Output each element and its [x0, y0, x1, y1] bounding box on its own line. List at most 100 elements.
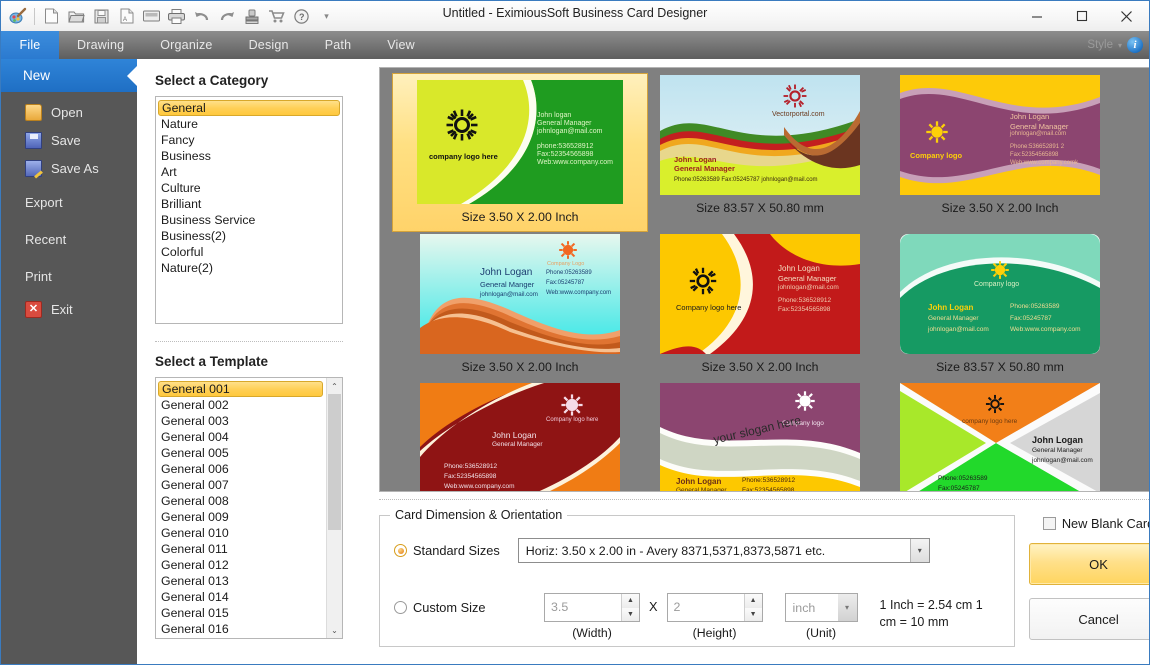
category-item[interactable]: General	[158, 100, 340, 116]
chevron-down-icon[interactable]: ▾	[837, 594, 857, 622]
app-logo-icon[interactable]	[5, 4, 30, 28]
info-icon[interactable]: i	[1127, 37, 1143, 53]
template-card-4[interactable]: Company Logo John Logan General Manger j…	[400, 232, 640, 381]
category-item[interactable]: Colorful	[156, 244, 342, 260]
cancel-button[interactable]: Cancel	[1028, 598, 1149, 641]
template-item[interactable]: General 002	[156, 397, 325, 413]
category-item[interactable]: Culture	[156, 180, 342, 196]
stamp-icon[interactable]	[239, 4, 264, 28]
sidebar-item-export[interactable]: Export	[1, 188, 137, 216]
height-value[interactable]: 2	[668, 594, 744, 621]
template-item[interactable]: General 015	[156, 605, 325, 621]
template-item[interactable]: General 017	[156, 637, 325, 638]
category-listbox[interactable]: General Nature Fancy Business Art Culture Bril…	[155, 96, 343, 324]
tab-design[interactable]: Design	[231, 31, 307, 59]
chevron-down-icon[interactable]: ▾	[909, 539, 929, 563]
unit-dropdown[interactable]: inch ▾	[784, 593, 858, 623]
standard-sizes-radio[interactable]	[394, 544, 407, 558]
tab-path[interactable]: Path	[307, 31, 370, 59]
category-item[interactable]: Nature(2)	[156, 260, 342, 276]
tab-drawing[interactable]: Drawing	[59, 31, 142, 59]
template-card-8[interactable]: Company logo your slogan here John Logan…	[640, 381, 880, 492]
template-card-7[interactable]: Company logo here John Logan General Man…	[400, 381, 640, 492]
category-item[interactable]: Brilliant	[156, 196, 342, 212]
template-item[interactable]: General 001	[158, 381, 323, 397]
template-card-2[interactable]: Vectorportal.com John Logan General Mana…	[640, 73, 880, 232]
height-spin-down-icon[interactable]: ▼	[744, 607, 762, 622]
sidebar-item-print[interactable]: Print	[1, 262, 137, 290]
category-item[interactable]: Business	[156, 148, 342, 164]
help-icon[interactable]: ?	[289, 4, 314, 28]
customize-toolbar-icon[interactable]: ▾	[314, 4, 339, 28]
sidebar-item-open[interactable]: Open	[1, 98, 137, 126]
width-stepper[interactable]: 3.5 ▲ ▼	[544, 593, 640, 623]
minimize-button[interactable]	[1014, 1, 1059, 31]
template-card-6[interactable]: Company logo John Logan General Manager …	[880, 232, 1120, 381]
template-card-9[interactable]: company logo here John Logan General Man…	[880, 381, 1120, 492]
category-item[interactable]: Business Service	[156, 212, 342, 228]
category-item[interactable]: Art	[156, 164, 342, 180]
template-item[interactable]: General 004	[156, 429, 325, 445]
template-item[interactable]: General 013	[156, 573, 325, 589]
cart-icon[interactable]	[264, 4, 289, 28]
new-blank-card-row[interactable]: New Blank Card	[1029, 516, 1149, 531]
template-item[interactable]: General 003	[156, 413, 325, 429]
template-item[interactable]: General 016	[156, 621, 325, 637]
tab-organize[interactable]: Organize	[142, 31, 230, 59]
sidebar-item-save-as[interactable]: Save As	[1, 154, 137, 182]
template-card-1[interactable]: company logo here John logan General Man…	[392, 73, 648, 232]
new-file-icon[interactable]	[39, 4, 64, 28]
scroll-down-icon[interactable]: ⌄	[327, 622, 342, 638]
card-9-role: General Manager	[1032, 447, 1083, 454]
template-listbox[interactable]: General 001 General 002 General 003 General…	[155, 377, 343, 639]
height-spin-up-icon[interactable]: ▲	[744, 594, 762, 608]
category-item[interactable]: Business(2)	[156, 228, 342, 244]
tab-path-label: Path	[324, 38, 352, 52]
scrollbar-thumb[interactable]	[328, 394, 341, 530]
template-card-3[interactable]: Company logo John Logan General Manager …	[880, 73, 1120, 232]
sidebar-item-new[interactable]: New	[1, 59, 137, 92]
template-gallery[interactable]: company logo here John logan General Man…	[379, 67, 1149, 493]
template-list-scrollbar[interactable]: ⌃ ⌄	[326, 378, 342, 638]
tab-view[interactable]: View	[369, 31, 433, 59]
card-preview-1: company logo here John logan General Man…	[417, 80, 623, 204]
chevron-down-icon[interactable]: ▾	[1118, 41, 1122, 50]
template-item[interactable]: General 005	[156, 445, 325, 461]
card-7-fax: Fax:52354565898	[444, 473, 497, 480]
category-item[interactable]: Nature	[156, 116, 342, 132]
save-icon[interactable]	[89, 4, 114, 28]
template-card-5[interactable]: Company logo here John Logan General Man…	[640, 232, 880, 381]
standard-size-dropdown[interactable]: Horiz: 3.50 x 2.00 in - Avery 8371,5371,…	[517, 538, 930, 564]
template-item[interactable]: General 007	[156, 477, 325, 493]
template-item[interactable]: General 010	[156, 525, 325, 541]
print-icon[interactable]	[164, 4, 189, 28]
width-spin-up-icon[interactable]: ▲	[622, 594, 639, 608]
custom-size-radio[interactable]	[394, 601, 407, 615]
category-item[interactable]: Fancy	[156, 132, 342, 148]
template-item[interactable]: General 014	[156, 589, 325, 605]
sidebar-item-new-label: New	[23, 68, 51, 83]
template-item[interactable]: General 009	[156, 509, 325, 525]
tab-file[interactable]: File	[1, 31, 59, 59]
maximize-button[interactable]	[1059, 1, 1104, 31]
new-blank-card-checkbox[interactable]	[1042, 517, 1056, 531]
sidebar-item-recent[interactable]: Recent	[1, 225, 137, 253]
template-item[interactable]: General 008	[156, 493, 325, 509]
style-menu-label[interactable]: Style	[1087, 39, 1113, 51]
close-button[interactable]	[1104, 1, 1149, 31]
template-item[interactable]: General 006	[156, 461, 325, 477]
open-folder-icon[interactable]	[64, 4, 89, 28]
redo-icon[interactable]	[214, 4, 239, 28]
width-value[interactable]: 3.5	[545, 594, 621, 621]
width-spin-down-icon[interactable]: ▼	[622, 607, 639, 622]
ok-button[interactable]: OK	[1028, 543, 1149, 586]
height-stepper[interactable]: 2 ▲ ▼	[666, 593, 763, 623]
export-pdf-icon[interactable]: A	[114, 4, 139, 28]
sidebar-item-save[interactable]: Save	[1, 126, 137, 154]
scroll-up-icon[interactable]: ⌃	[327, 378, 342, 394]
sidebar-item-exit[interactable]: ✕ Exit	[1, 295, 137, 323]
template-item[interactable]: General 011	[156, 541, 325, 557]
template-item[interactable]: General 012	[156, 557, 325, 573]
undo-icon[interactable]	[189, 4, 214, 28]
page-setup-icon[interactable]	[139, 4, 164, 28]
